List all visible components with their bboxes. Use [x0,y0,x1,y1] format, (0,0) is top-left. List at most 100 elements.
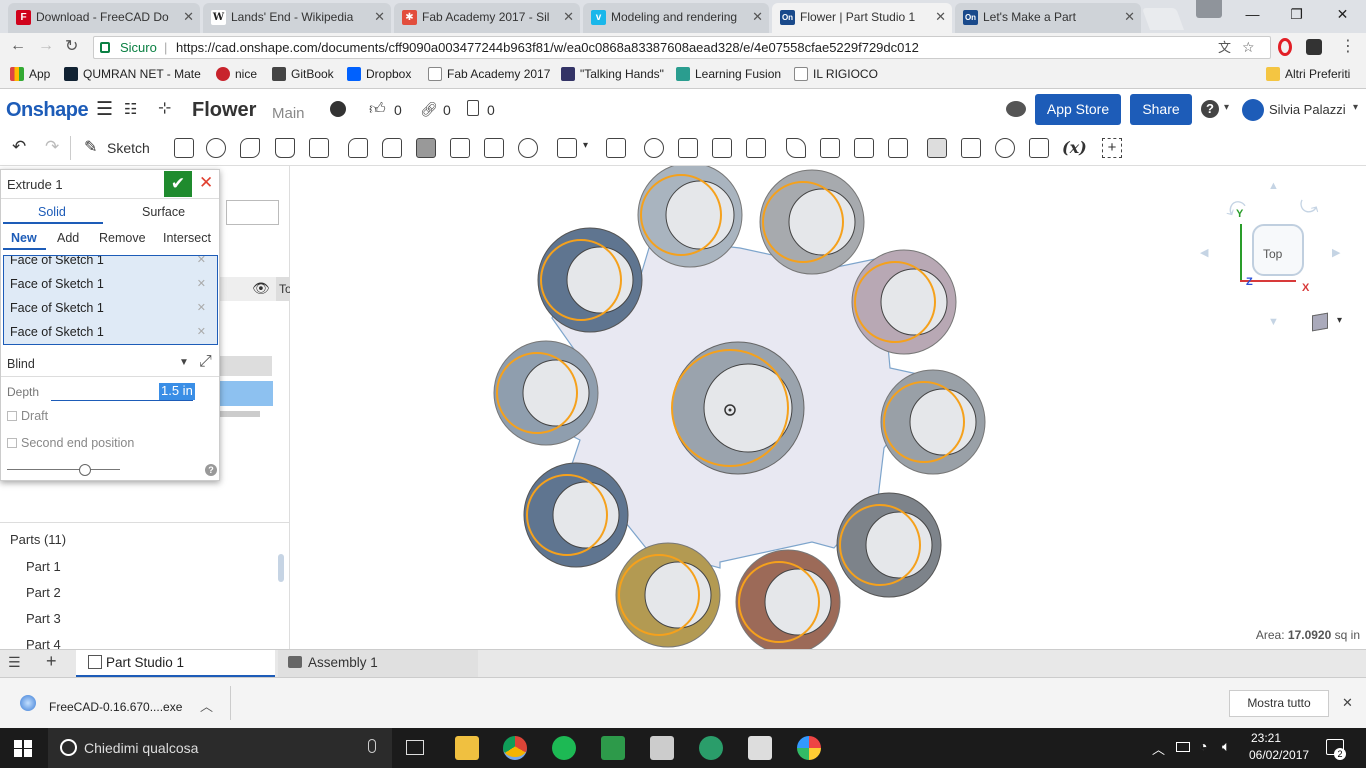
selected-face[interactable]: Face of Sketch 1 ✕ [4,256,216,273]
tab-manager-icon[interactable]: ☰ [8,654,21,671]
help-icon[interactable]: ? [1201,100,1219,118]
part-item[interactable]: Part 2 [26,585,61,600]
menu-icon[interactable]: ⋮ [1340,36,1356,56]
parts-header[interactable]: Parts (11) [10,532,66,547]
add-tab-icon[interactable]: + [46,651,57,672]
op-new[interactable]: New [11,231,37,245]
insert-icon[interactable]: ⊹ [158,98,171,118]
loft-icon[interactable] [275,138,295,158]
rib-icon[interactable] [450,138,470,158]
scrollbar-thumb[interactable] [278,554,284,582]
share-button[interactable]: Share [1130,94,1192,125]
help-icon[interactable]: ? [205,464,217,476]
delete-part-icon[interactable] [746,138,766,158]
clock-time[interactable]: 23:21 [1251,731,1281,745]
depth-input[interactable]: 1.5 in [159,383,195,400]
bookmark-learning-fusion[interactable]: Learning Fusion [676,67,781,81]
translate-icon[interactable]: 文 [1218,37,1231,58]
wifi-icon[interactable]: ◔ [1199,738,1207,754]
graphics-viewport[interactable]: ▲ ⤺ ⤻ ◀ ▶ ▼ Top Y X Z ▾ Area: 17.0920 sq… [290,162,1366,655]
star-icon[interactable]: ☆ [1242,37,1255,58]
flip-direction-icon[interactable]: ⤢ [199,353,212,371]
paint-icon[interactable] [797,736,821,760]
opera-icon[interactable] [1278,38,1292,56]
transform-icon[interactable] [712,138,732,158]
bookmark-talking-hands[interactable]: "Talking Hands" [561,67,664,81]
app-store-button[interactable]: App Store [1035,94,1121,125]
windows-start-icon[interactable] [14,740,32,757]
variable-icon[interactable]: (x) [1062,138,1087,157]
revolve-icon[interactable] [206,138,226,158]
center-hub[interactable] [671,341,805,475]
chamfer-icon[interactable] [382,138,402,158]
petal-2[interactable] [759,169,865,275]
delete-face-icon[interactable] [820,138,840,158]
bookmark-fabacademy[interactable]: Fab Academy 2017 [428,67,550,81]
close-window-icon[interactable]: ✕ [1320,0,1365,28]
hole-icon[interactable] [518,138,538,158]
filter-input[interactable] [226,200,279,225]
restore-icon[interactable]: ❐ [1274,0,1319,28]
hamburger-icon[interactable]: ☰ [96,98,113,121]
display-mode-icon[interactable] [1312,312,1328,332]
inkscape-icon[interactable] [748,736,772,760]
chevron-down-icon[interactable]: ▾ [1353,102,1358,113]
draft-checkbox[interactable] [7,411,17,421]
replace-face-icon[interactable] [888,138,908,158]
curve-icon[interactable] [1029,138,1049,158]
feature-list-icon[interactable]: ☷ [124,100,137,118]
selected-face[interactable]: Face of Sketch 1 ✕ [4,273,216,297]
undo-icon[interactable]: ↶ [12,137,26,157]
second-end-checkbox[interactable] [7,438,17,448]
bookmark-nice[interactable]: nice [216,67,257,81]
pencil-icon[interactable]: ✎ [84,137,97,157]
rotate-left-icon[interactable]: ◀ [1200,246,1208,259]
petal-1[interactable] [637,162,743,268]
accept-button[interactable]: ✔ [164,171,192,197]
petal-4[interactable] [851,249,957,355]
boolean-icon[interactable] [644,138,664,158]
browser-tab-vimeo[interactable]: v Modeling and rendering ✕ [583,3,769,33]
chrome-icon[interactable] [503,736,527,760]
extrude-icon[interactable] [174,138,194,158]
bookmark-gitbook[interactable]: GitBook [272,67,334,81]
evernote-icon[interactable] [601,736,625,760]
part-item[interactable]: Part 4 [26,637,61,649]
redo-icon[interactable]: ↷ [45,137,59,157]
mate-connector-icon[interactable] [995,138,1015,158]
draft-icon[interactable] [416,138,436,158]
microphone-icon[interactable] [368,739,376,753]
rotate-right-icon[interactable]: ▶ [1332,246,1340,259]
view-cube[interactable]: ▲ ⤺ ⤻ ◀ ▶ ▼ Top Y X Z [1200,180,1340,328]
modify-fillet-icon[interactable] [786,138,806,158]
chevron-down-icon[interactable]: ▾ [583,140,588,151]
split-icon[interactable] [678,138,698,158]
profile-icon[interactable] [1196,0,1222,18]
new-tab-button[interactable] [1141,8,1185,30]
close-icon[interactable]: ✕ [1342,695,1353,711]
mirror-icon[interactable] [606,138,626,158]
sweep-icon[interactable] [240,138,260,158]
browser-tab-freecad[interactable]: F Download - FreeCAD Do ✕ [8,3,200,33]
rotate-ccw-icon[interactable]: ⤺ [1220,192,1250,223]
minimize-icon[interactable]: — [1230,0,1275,28]
close-icon[interactable]: ✕ [563,3,574,31]
petal-9[interactable] [615,542,721,648]
reload-icon[interactable]: ↻ [65,36,78,56]
chevron-down-icon[interactable]: ▾ [1337,315,1342,326]
petal-6[interactable] [880,369,986,475]
comment-icon[interactable] [1006,101,1026,117]
petal-7[interactable] [523,462,629,568]
chevron-down-icon[interactable]: ▼ [179,357,189,368]
avatar[interactable] [1242,99,1264,121]
op-intersect[interactable]: Intersect [163,231,211,245]
add-custom-feature-icon[interactable]: + [1102,138,1122,158]
thicken-icon[interactable] [309,138,329,158]
forward-icon[interactable]: → [38,37,54,55]
preview-slider-thumb[interactable] [79,464,91,476]
close-icon[interactable]: ✕ [935,3,946,31]
tab-solid[interactable]: Solid [38,205,66,219]
clock-date[interactable]: 06/02/2017 [1249,748,1309,762]
chevron-down-icon[interactable]: ▾ [1224,102,1229,113]
rotate-cw-icon[interactable]: ⤻ [1294,192,1324,223]
